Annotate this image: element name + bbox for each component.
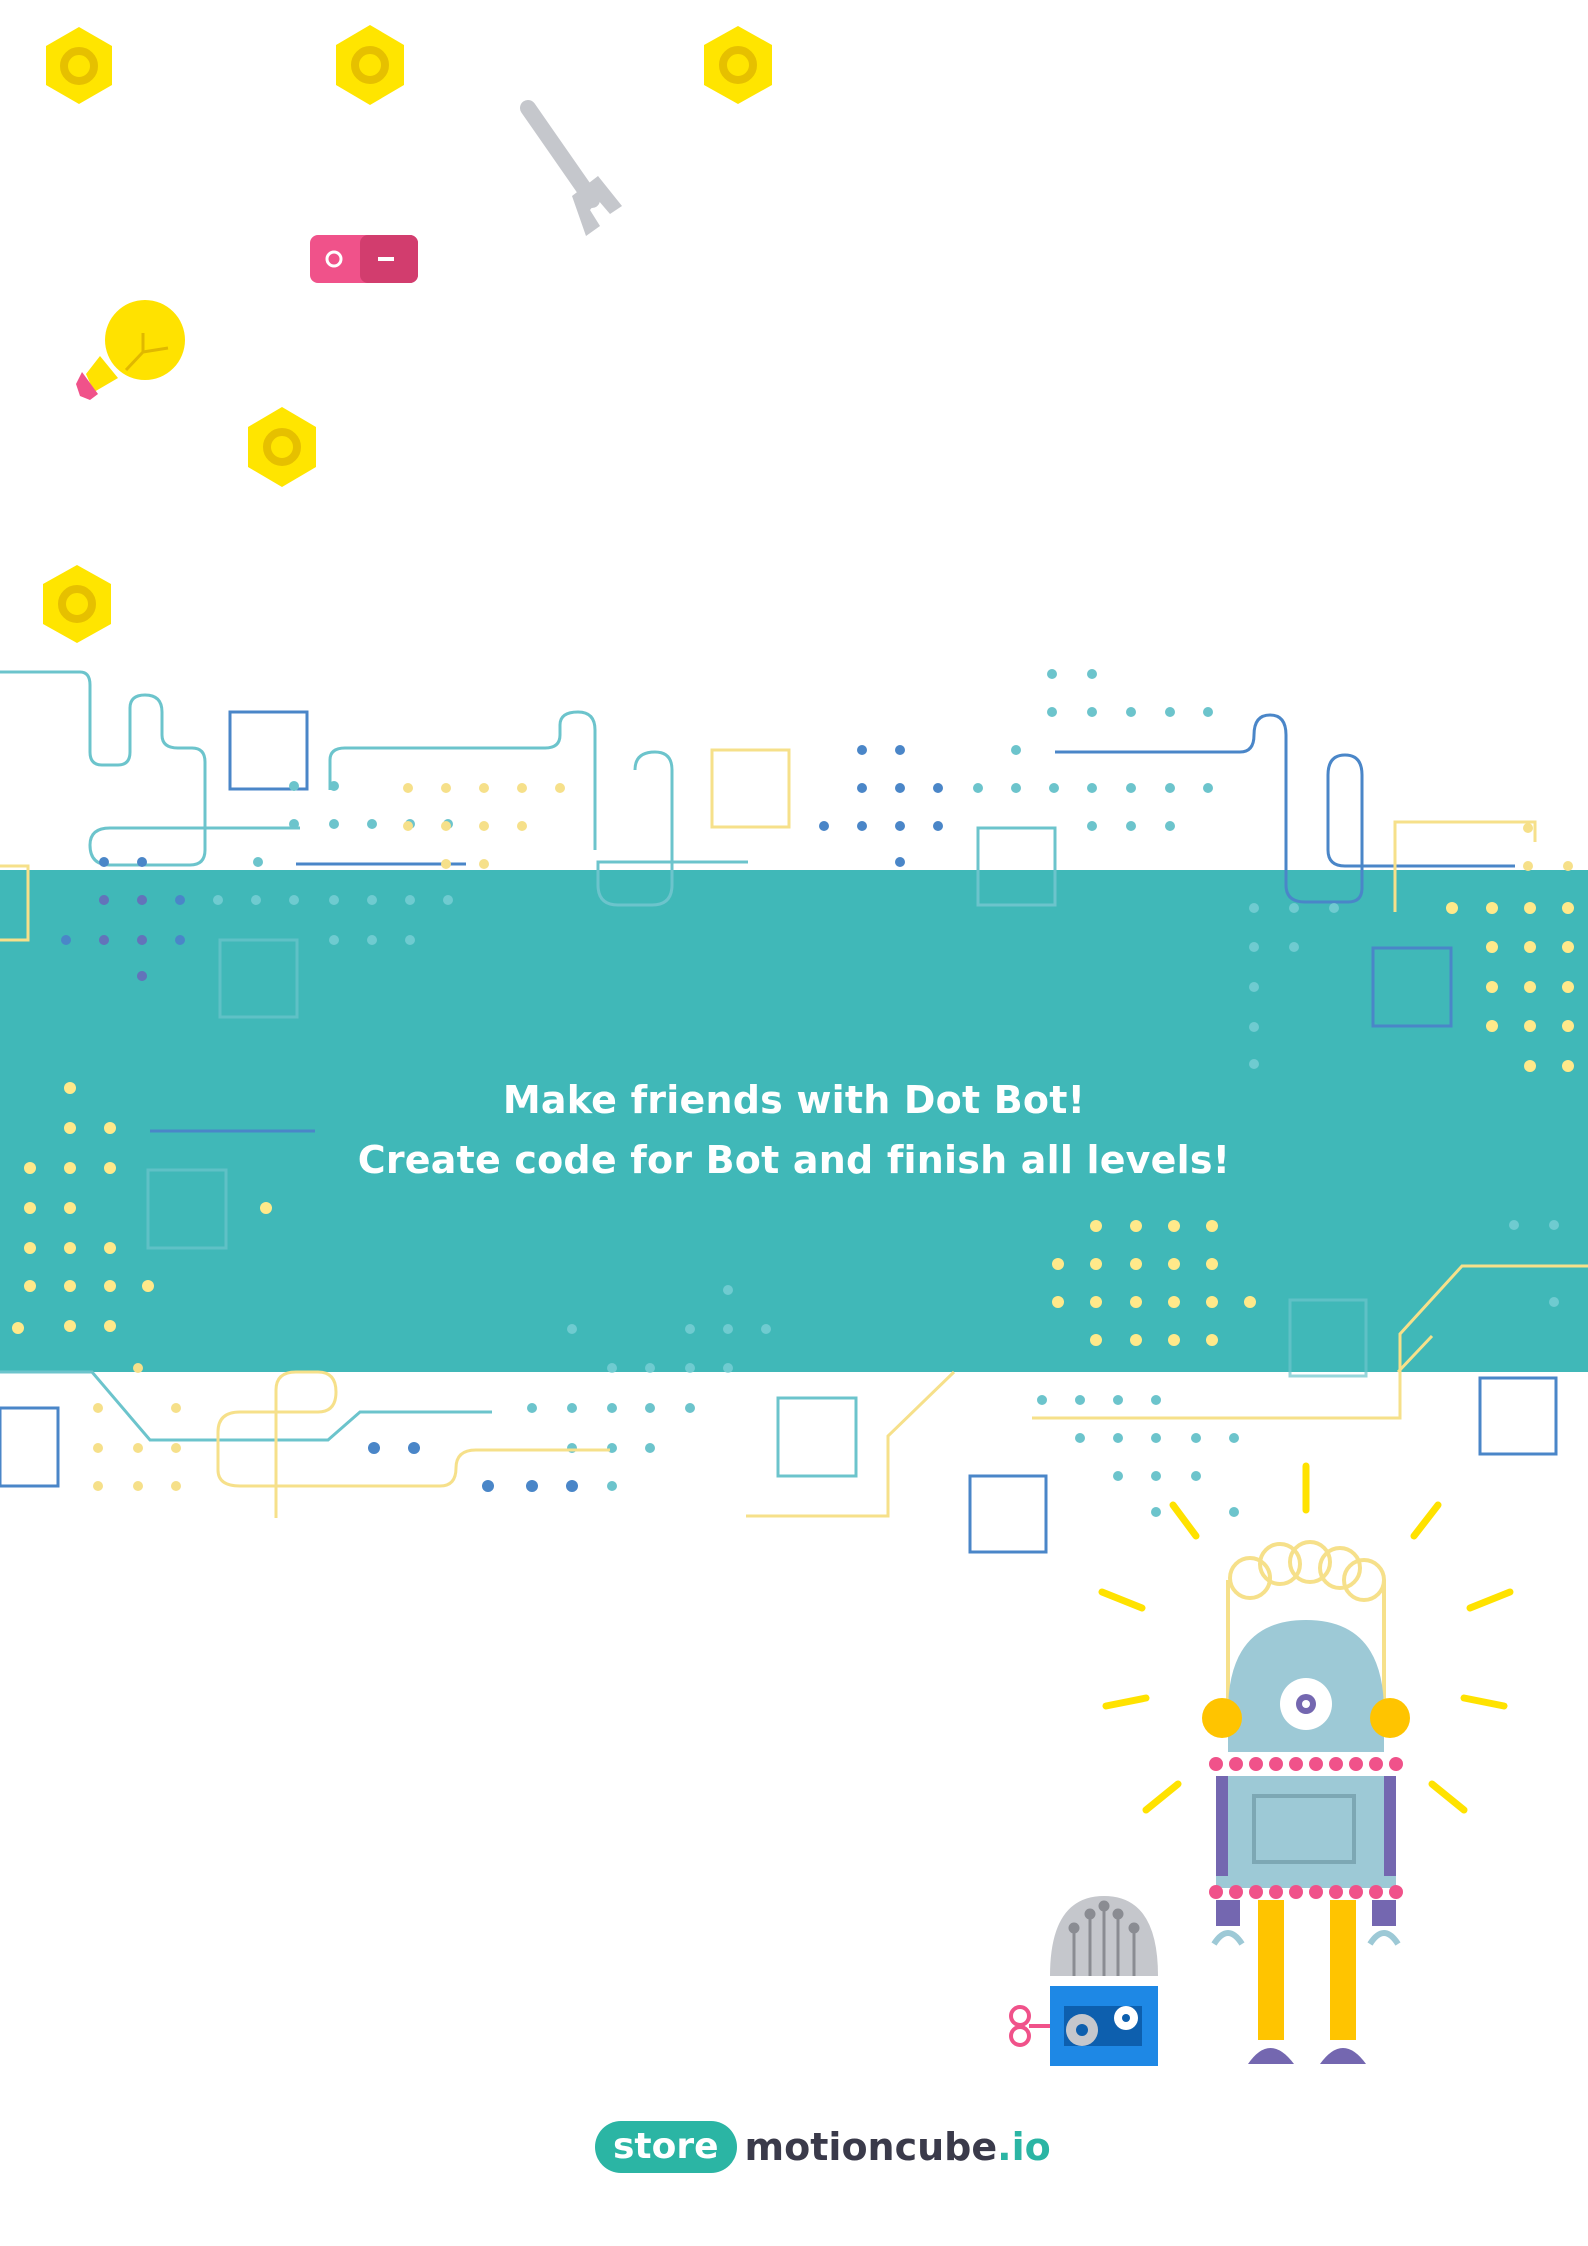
- switch-icon: [310, 235, 418, 283]
- wrench-icon: [520, 100, 622, 236]
- circuit-line: [0, 1370, 492, 1442]
- outline-square: [228, 710, 309, 791]
- hex-nut-icon: [704, 26, 772, 104]
- headline-line-1: Make friends with Dot Bot!: [502, 1078, 1086, 1122]
- circuit-line: [328, 710, 597, 850]
- circuit-line: [0, 670, 300, 867]
- hex-nut-icon: [336, 25, 404, 105]
- gear-icon: [1114, 2006, 1138, 2030]
- brand-pill: store: [595, 2121, 737, 2173]
- hex-nut-icon: [248, 407, 316, 487]
- headline-line-2: Create code for Bot and finish all level…: [357, 1138, 1231, 1182]
- brand-logo[interactable]: store motioncube .io: [595, 2119, 1051, 2175]
- small-robot-icon: [1009, 1896, 1158, 2066]
- outline-square: [1478, 1376, 1558, 1456]
- outline-square: [776, 1396, 858, 1478]
- hex-nut-icon: [43, 565, 111, 643]
- outline-square: [710, 748, 791, 829]
- brand-tld: .io: [997, 2125, 1051, 2169]
- hex-nut-icon: [46, 27, 112, 104]
- gear-icon: [1066, 2014, 1098, 2046]
- outline-square: [0, 1406, 60, 1488]
- light-bulb-icon: [76, 300, 185, 400]
- brand-name: motioncube: [744, 2125, 998, 2169]
- robot-icon: [1202, 1540, 1410, 2064]
- outline-square: [968, 1474, 1048, 1554]
- headline: Make friends with Dot Bot! Create code f…: [0, 1070, 1588, 1190]
